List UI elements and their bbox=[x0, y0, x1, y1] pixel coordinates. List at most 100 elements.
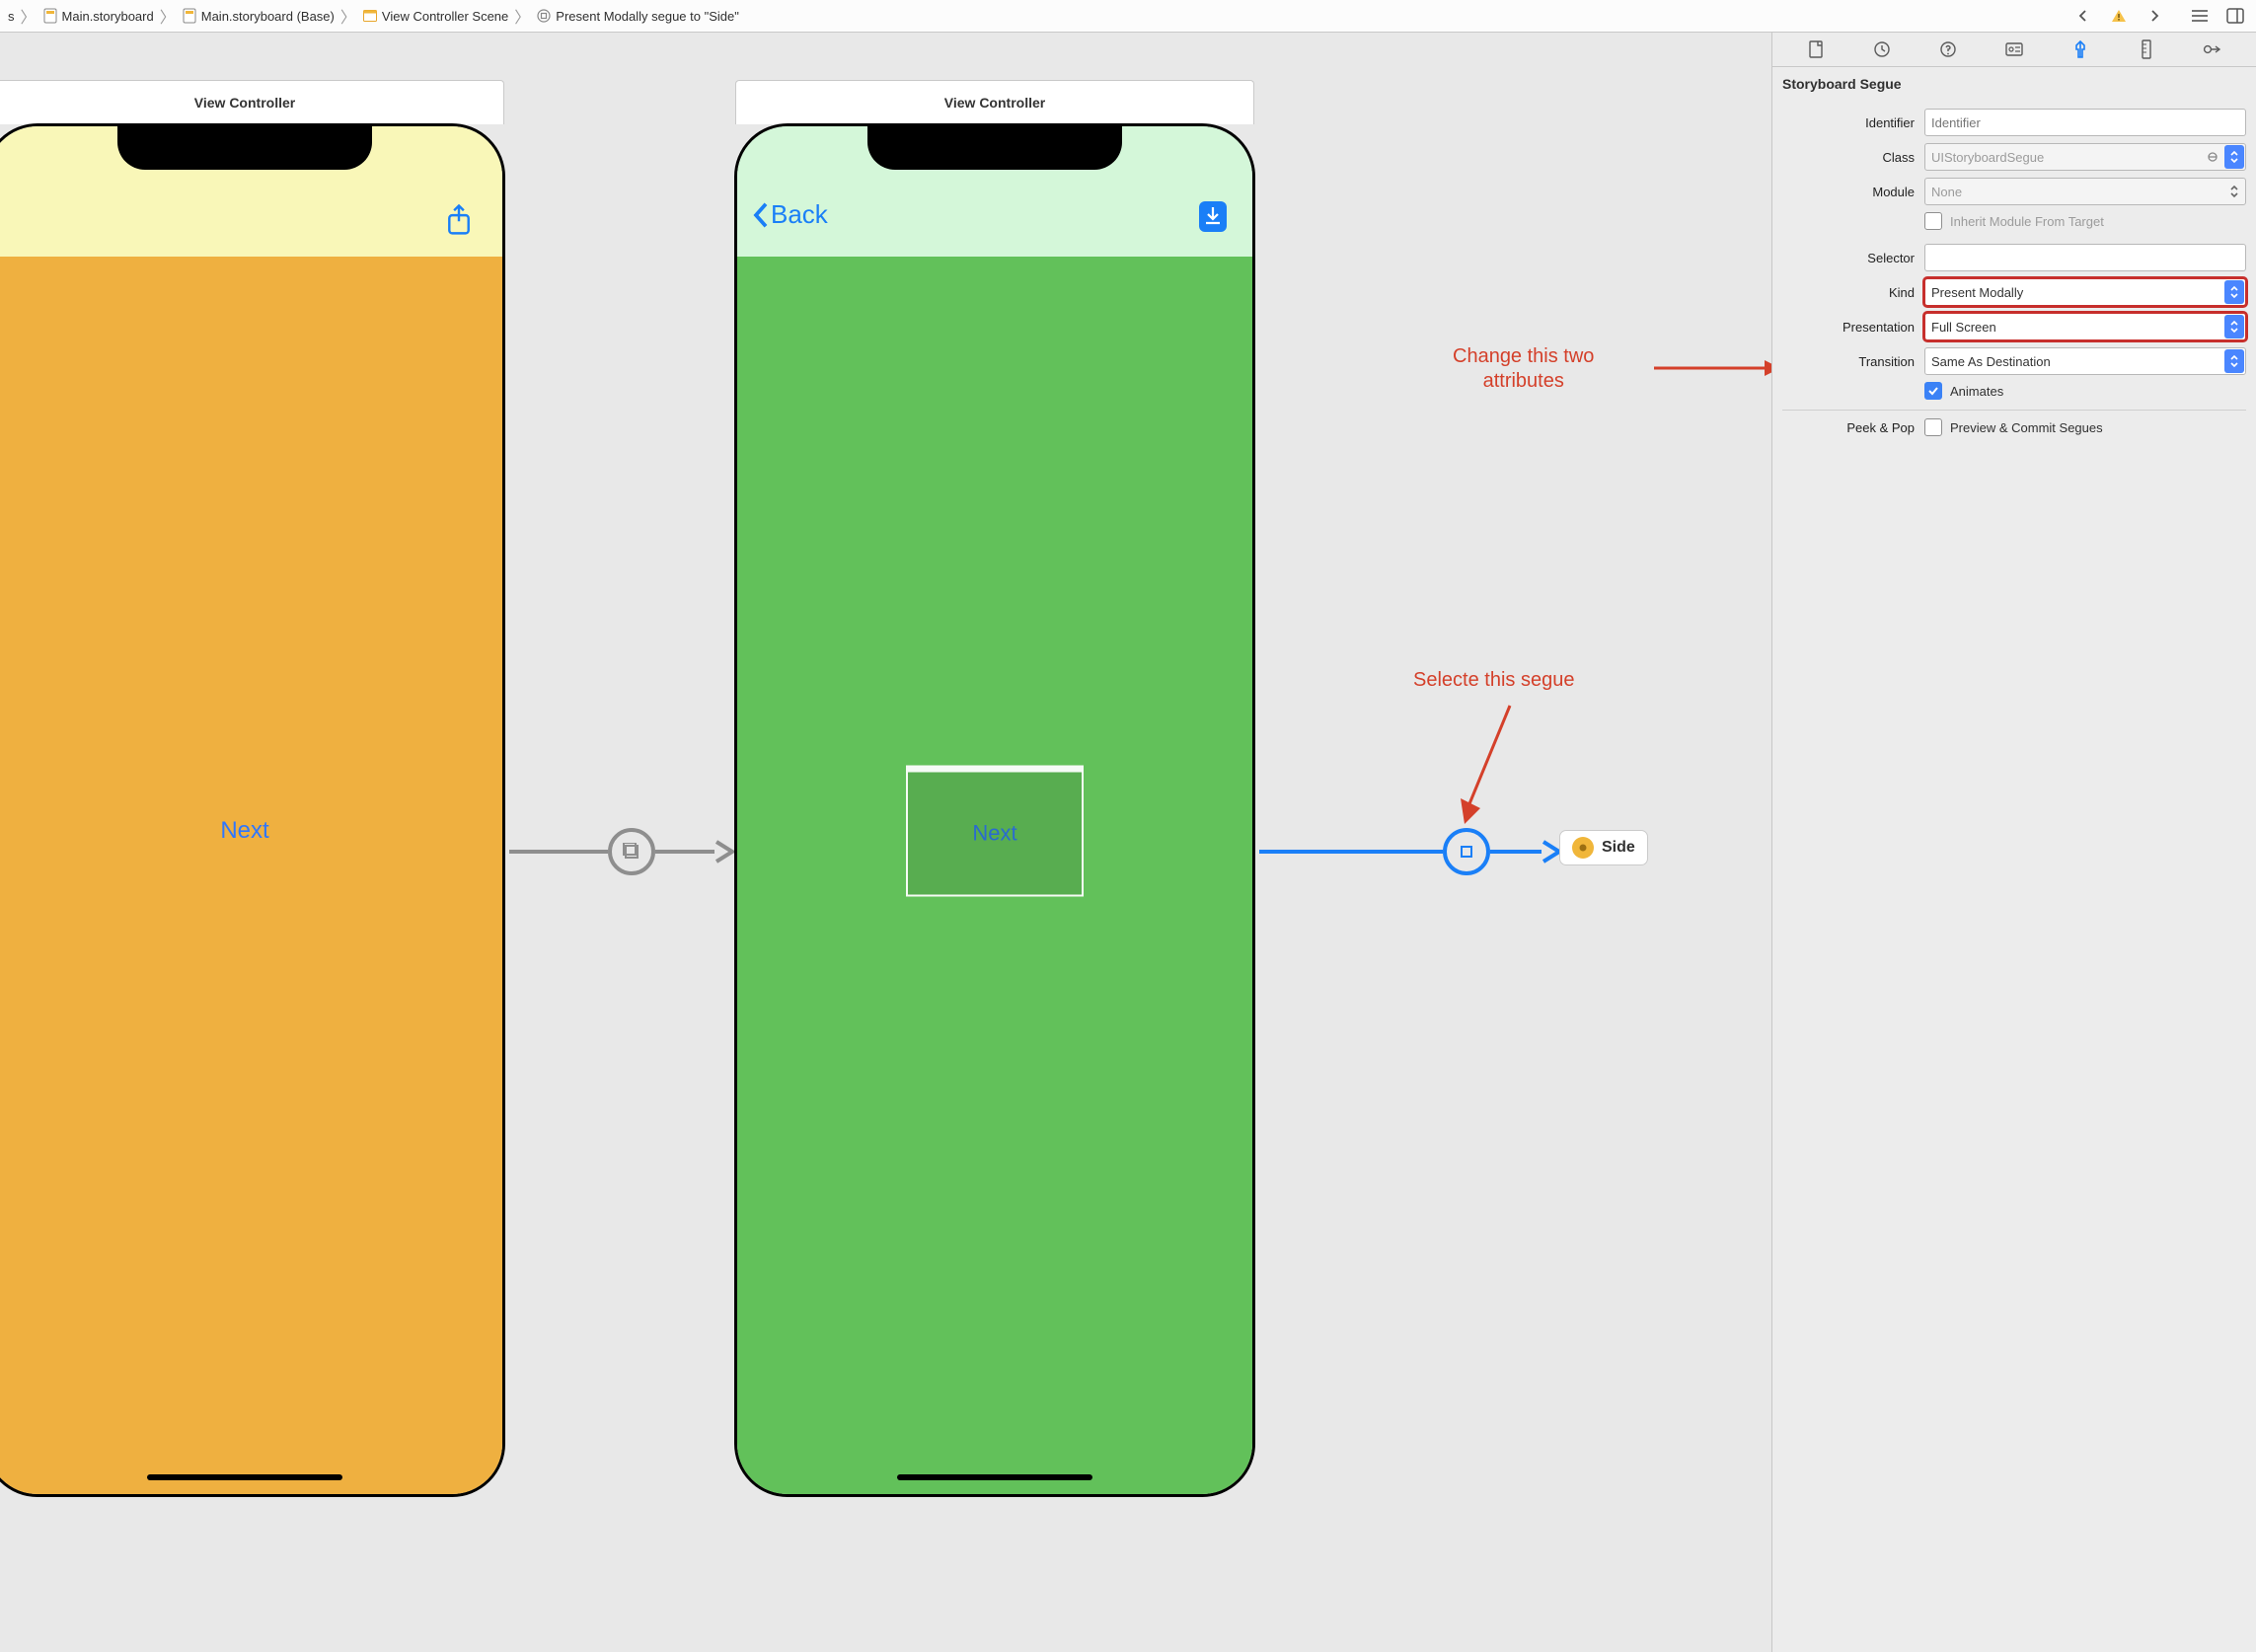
module-label: Module bbox=[1782, 185, 1924, 199]
viewcontroller-chip-icon bbox=[1572, 837, 1594, 859]
issues-warning-icon[interactable] bbox=[2110, 7, 2128, 25]
crumb-separator: 〉 bbox=[19, 4, 38, 28]
back-button[interactable]: Back bbox=[751, 199, 828, 230]
scene-title[interactable]: View Controller bbox=[735, 80, 1254, 124]
editor-toolbar-right bbox=[2074, 7, 2248, 25]
chevron-updown-icon bbox=[2224, 180, 2244, 203]
transition-value: Same As Destination bbox=[1931, 354, 2051, 369]
annotation-change-attributes: Change this two attributes bbox=[1453, 344, 1594, 394]
phone-notch bbox=[867, 123, 1122, 170]
class-select[interactable]: UIStoryboardSegue bbox=[1924, 143, 2246, 171]
storyboard-file-icon bbox=[182, 8, 197, 24]
inherit-module-label: Inherit Module From Target bbox=[1950, 214, 2104, 229]
crumb-segue[interactable]: Present Modally segue to "Side" bbox=[536, 8, 739, 24]
presentation-select[interactable]: Full Screen bbox=[1924, 313, 2246, 340]
crumb-vc-scene[interactable]: View Controller Scene bbox=[362, 8, 508, 24]
module-value: None bbox=[1931, 185, 1962, 199]
outline-toggle-icon[interactable] bbox=[2191, 7, 2209, 25]
attributes-inspector-tab[interactable] bbox=[2067, 38, 2094, 61]
segue-gray[interactable] bbox=[509, 828, 736, 875]
arrowhead-icon bbox=[714, 838, 736, 865]
segue-line bbox=[1490, 850, 1542, 854]
class-value: UIStoryboardSegue bbox=[1931, 150, 2044, 165]
inspector-panel: Storyboard Segue Identifier Class UIStor… bbox=[1772, 33, 2256, 1652]
peekpop-value: Preview & Commit Segues bbox=[1950, 420, 2103, 435]
connections-inspector-tab[interactable] bbox=[2199, 38, 2226, 61]
annotation-line1: Change this two bbox=[1453, 344, 1594, 369]
crumb-text: View Controller Scene bbox=[382, 9, 508, 24]
kind-select[interactable]: Present Modally bbox=[1924, 278, 2246, 306]
annotation-arrow-right bbox=[1654, 354, 1772, 382]
crumb-text: s bbox=[8, 9, 15, 24]
identifier-input[interactable] bbox=[1924, 109, 2246, 136]
storyboard-canvas[interactable]: View Controller Next bbox=[0, 33, 1772, 1652]
adjust-editor-icon[interactable] bbox=[2226, 7, 2244, 25]
segue-icon bbox=[536, 8, 552, 24]
segue-blue-selected[interactable] bbox=[1259, 828, 1563, 875]
chevron-updown-icon bbox=[2224, 315, 2244, 338]
phone-scene-2[interactable]: View Controller Back bbox=[734, 84, 1255, 1497]
help-inspector-tab[interactable] bbox=[1934, 38, 1962, 61]
phone-scene-1[interactable]: View Controller Next bbox=[0, 84, 505, 1497]
segue-node-icon[interactable] bbox=[608, 828, 655, 875]
home-indicator bbox=[147, 1474, 342, 1480]
crumb-separator: 〉 bbox=[338, 4, 358, 28]
chevron-left-icon bbox=[751, 200, 771, 230]
annotation-line2: attributes bbox=[1453, 369, 1594, 394]
file-inspector-tab[interactable] bbox=[1802, 38, 1830, 61]
back-label: Back bbox=[771, 199, 828, 230]
crumb-main-storyboard[interactable]: Main.storyboard bbox=[42, 8, 154, 24]
selector-input[interactable] bbox=[1924, 244, 2246, 271]
crumb-main-storyboard-base[interactable]: Main.storyboard (Base) bbox=[182, 8, 335, 24]
home-indicator bbox=[897, 1474, 1092, 1480]
scene-icon bbox=[362, 8, 378, 24]
identifier-label: Identifier bbox=[1782, 115, 1924, 130]
class-jump-icon[interactable] bbox=[2203, 151, 2222, 163]
module-select[interactable]: None bbox=[1924, 178, 2246, 205]
storyboard-file-icon bbox=[42, 8, 58, 24]
identity-inspector-tab[interactable] bbox=[2000, 38, 2028, 61]
scene-title[interactable]: View Controller bbox=[0, 80, 504, 124]
presentation-label: Presentation bbox=[1782, 320, 1924, 335]
transition-select[interactable]: Same As Destination bbox=[1924, 347, 2246, 375]
jump-bar: s 〉 Main.storyboard 〉 Main.storyboard (B… bbox=[0, 0, 2256, 33]
nav-back-icon[interactable] bbox=[2074, 7, 2092, 25]
kind-value: Present Modally bbox=[1931, 285, 2023, 300]
crumb-truncated[interactable]: s bbox=[8, 9, 15, 24]
crumb-separator: 〉 bbox=[158, 4, 178, 28]
selector-label: Selector bbox=[1782, 251, 1924, 265]
nav-forward-icon[interactable] bbox=[2145, 7, 2163, 25]
share-icon[interactable] bbox=[445, 203, 473, 240]
phone-body bbox=[0, 257, 502, 1494]
presentation-value: Full Screen bbox=[1931, 320, 1996, 335]
crumb-text: Main.storyboard bbox=[62, 9, 154, 24]
download-icon[interactable] bbox=[1199, 201, 1227, 232]
animates-checkbox[interactable] bbox=[1924, 382, 1942, 400]
animates-label: Animates bbox=[1950, 384, 2003, 399]
size-inspector-tab[interactable] bbox=[2133, 38, 2160, 61]
crumb-text: Present Modally segue to "Side" bbox=[556, 9, 739, 24]
segue-node-icon[interactable] bbox=[1443, 828, 1490, 875]
class-label: Class bbox=[1782, 150, 1924, 165]
kind-label: Kind bbox=[1782, 285, 1924, 300]
segue-line bbox=[1259, 850, 1443, 854]
segue-line bbox=[509, 850, 608, 854]
history-inspector-tab[interactable] bbox=[1868, 38, 1896, 61]
annotation-arrow-down bbox=[1451, 700, 1530, 828]
chevron-updown-icon bbox=[2224, 280, 2244, 304]
crumb-text: Main.storyboard (Base) bbox=[201, 9, 335, 24]
inherit-module-checkbox[interactable] bbox=[1924, 212, 1942, 230]
chevron-updown-icon bbox=[2224, 145, 2244, 169]
annotation-select-segue: Selecte this segue bbox=[1413, 668, 1574, 693]
phone-frame: Back Next bbox=[734, 123, 1255, 1497]
crumb-separator: 〉 bbox=[512, 4, 532, 28]
inspector-tabs bbox=[1772, 33, 2256, 67]
peekpop-checkbox[interactable] bbox=[1924, 418, 1942, 436]
transition-label: Transition bbox=[1782, 354, 1924, 369]
inspector-blank-area bbox=[1772, 459, 2256, 1652]
container-view[interactable]: Next bbox=[906, 765, 1084, 896]
side-scene-reference[interactable]: Side bbox=[1559, 830, 1648, 865]
next-button[interactable]: Next bbox=[220, 817, 268, 845]
peekpop-label: Peek & Pop bbox=[1782, 420, 1924, 435]
divider bbox=[1782, 410, 2246, 411]
